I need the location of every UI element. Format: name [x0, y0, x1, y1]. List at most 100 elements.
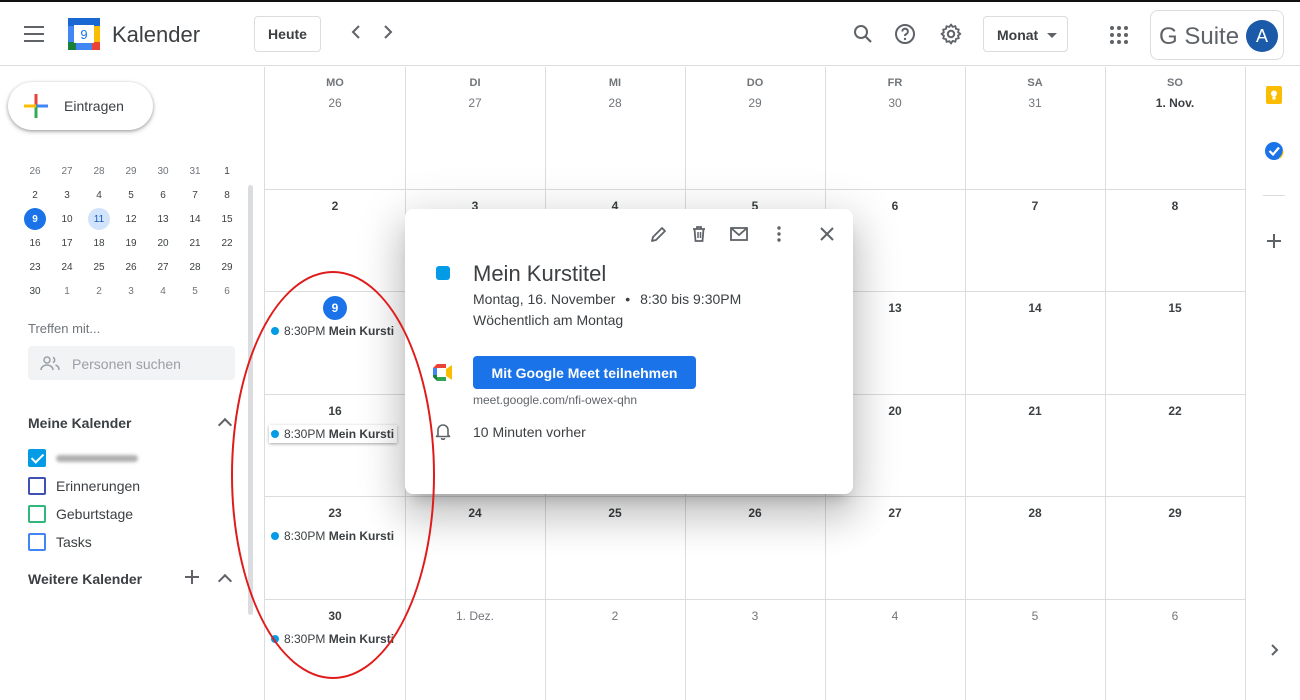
calendar-checkbox[interactable] [28, 533, 46, 551]
mini-calendar-day[interactable]: 31 [179, 159, 211, 183]
mini-calendar-day[interactable]: 3 [51, 183, 83, 207]
mini-calendar-day[interactable]: 4 [147, 279, 179, 303]
day-cell-number[interactable]: 1. Dez. [405, 609, 545, 623]
mini-calendar-day[interactable]: 30 [147, 159, 179, 183]
mini-calendar-day[interactable]: 17 [51, 231, 83, 255]
mini-calendar-day[interactable]: 1 [51, 279, 83, 303]
day-cell-number[interactable]: 7 [965, 199, 1105, 213]
day-cell-number[interactable]: 24 [405, 506, 545, 520]
mini-calendar-day[interactable]: 27 [147, 255, 179, 279]
edit-pencil-icon[interactable] [649, 224, 669, 244]
day-cell-number[interactable]: 27 [405, 96, 545, 110]
mini-calendar-day[interactable]: 15 [211, 207, 243, 231]
mini-calendar-day[interactable]: 6 [211, 279, 243, 303]
mini-calendar-day[interactable]: 5 [115, 183, 147, 207]
avatar[interactable]: A [1246, 20, 1278, 52]
add-addon-icon[interactable] [1267, 234, 1281, 248]
mini-calendar-day[interactable]: 12 [115, 207, 147, 231]
day-cell-number[interactable]: 6 [1105, 609, 1245, 623]
event-chip[interactable]: 8:30PM Mein Kursti [269, 425, 397, 443]
mini-calendar-day[interactable]: 20 [147, 231, 179, 255]
create-event-button[interactable]: Eintragen [8, 82, 153, 130]
today-button[interactable]: Heute [254, 16, 321, 52]
mini-calendar-day[interactable]: 24 [51, 255, 83, 279]
day-cell-number[interactable]: 5 [965, 609, 1105, 623]
help-icon[interactable] [893, 22, 917, 46]
day-cell-number[interactable]: 25 [545, 506, 685, 520]
calendar-checkbox[interactable] [28, 477, 46, 495]
mini-calendar-day[interactable]: 7 [179, 183, 211, 207]
people-search-input[interactable]: Personen suchen [28, 346, 235, 380]
add-calendar-icon[interactable] [185, 570, 199, 584]
mini-calendar-day[interactable]: 2 [83, 279, 115, 303]
delete-trash-icon[interactable] [689, 224, 709, 244]
day-cell-number[interactable]: 29 [685, 96, 825, 110]
main-menu-icon[interactable] [24, 26, 44, 42]
day-cell-number[interactable]: 31 [965, 96, 1105, 110]
other-calendars-title[interactable]: Weitere Kalender [28, 571, 142, 587]
mini-calendar-day[interactable]: 28 [179, 255, 211, 279]
mini-calendar-day[interactable]: 11 [83, 207, 115, 231]
account-area[interactable]: G Suite A [1150, 10, 1284, 60]
mini-calendar-day[interactable]: 16 [19, 231, 51, 255]
day-cell-number[interactable]: 16 [265, 404, 405, 418]
day-cell-number[interactable]: 26 [265, 96, 405, 110]
my-calendars-title[interactable]: Meine Kalender [28, 415, 131, 431]
chevron-right-icon[interactable] [1264, 640, 1284, 660]
mini-calendar-day[interactable]: 9 [19, 207, 51, 231]
day-cell-number[interactable]: 2 [265, 199, 405, 213]
mini-calendar-day[interactable]: 22 [211, 231, 243, 255]
mini-calendar-day[interactable]: 30 [19, 279, 51, 303]
day-cell-number[interactable]: 30 [265, 609, 405, 623]
day-cell-number[interactable]: 23 [265, 506, 405, 520]
day-cell-number[interactable]: 3 [685, 609, 825, 623]
mini-calendar-day[interactable]: 25 [83, 255, 115, 279]
mini-calendar-day[interactable]: 6 [147, 183, 179, 207]
event-chip[interactable]: 8:30PM Mein Kursti [269, 630, 397, 648]
mini-calendar-day[interactable]: 28 [83, 159, 115, 183]
mini-calendar-day[interactable]: 23 [19, 255, 51, 279]
search-icon[interactable] [851, 22, 875, 46]
more-options-icon[interactable] [769, 224, 789, 244]
event-chip[interactable]: 8:30PM Mein Kursti [269, 527, 397, 545]
calendar-checkbox[interactable] [28, 449, 46, 467]
calendar-item[interactable]: Erinnerungen [28, 477, 238, 495]
mini-calendar-day[interactable]: 1 [211, 159, 243, 183]
mini-calendar-day[interactable]: 14 [179, 207, 211, 231]
day-cell-number[interactable]: 22 [1105, 404, 1245, 418]
mini-calendar-day[interactable]: 8 [211, 183, 243, 207]
chevron-up-icon[interactable] [217, 573, 233, 589]
event-chip[interactable]: 8:30PM Mein Kursti [269, 322, 397, 340]
chevron-up-icon[interactable] [217, 417, 233, 433]
day-cell-number[interactable]: 29 [1105, 506, 1245, 520]
day-cell-number[interactable]: 27 [825, 506, 965, 520]
mini-calendar-day[interactable]: 29 [211, 255, 243, 279]
mini-calendar-day[interactable]: 29 [115, 159, 147, 183]
mini-calendar-day[interactable]: 27 [51, 159, 83, 183]
mini-calendar-day[interactable]: 26 [115, 255, 147, 279]
mini-calendar-day[interactable]: 5 [179, 279, 211, 303]
next-period-button[interactable] [378, 22, 398, 48]
settings-gear-icon[interactable] [939, 22, 963, 46]
mini-calendar-day[interactable]: 21 [179, 231, 211, 255]
mini-calendar-day[interactable]: 18 [83, 231, 115, 255]
mini-calendar-day[interactable]: 19 [115, 231, 147, 255]
meet-link[interactable]: meet.google.com/nfi-owex-qhn [473, 393, 637, 407]
day-cell-number[interactable]: 8 [1105, 199, 1245, 213]
keep-notes-icon[interactable] [1264, 85, 1284, 105]
calendar-item[interactable]: Geburtstage [28, 505, 238, 523]
calendar-checkbox[interactable] [28, 505, 46, 523]
mini-calendar-day[interactable]: 2 [19, 183, 51, 207]
sidebar-scrollbar[interactable] [248, 185, 253, 615]
calendar-item[interactable]: Tasks [28, 533, 238, 551]
apps-grid-icon[interactable] [1110, 26, 1128, 44]
day-cell-number[interactable]: 30 [825, 96, 965, 110]
calendar-item[interactable] [28, 449, 238, 467]
day-cell-number[interactable]: 21 [965, 404, 1105, 418]
day-cell-number[interactable]: 2 [545, 609, 685, 623]
email-envelope-icon[interactable] [729, 224, 749, 244]
mini-calendar-day[interactable]: 26 [19, 159, 51, 183]
day-cell-number[interactable]: 9 [265, 296, 405, 320]
day-cell-number[interactable]: 26 [685, 506, 825, 520]
mini-calendar-day[interactable]: 4 [83, 183, 115, 207]
